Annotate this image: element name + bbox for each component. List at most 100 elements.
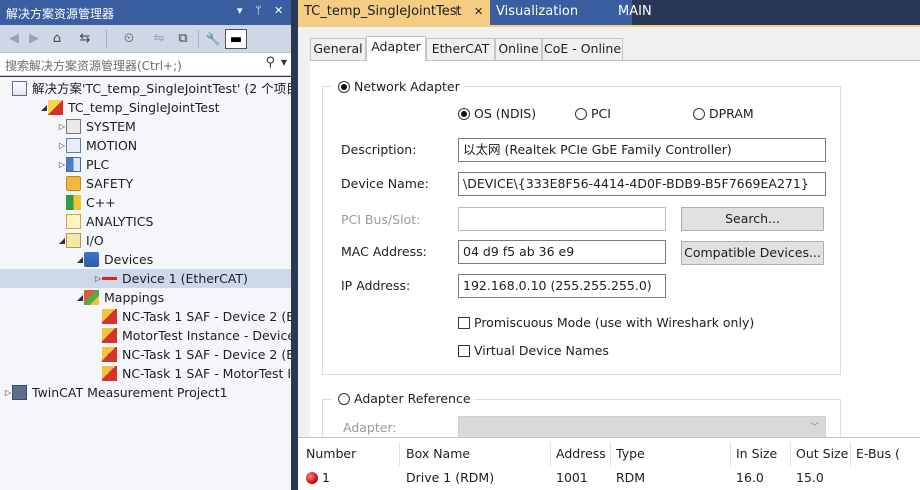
pci-bus-slot-field[interactable] — [458, 207, 666, 231]
tree-item[interactable]: ANALYTICS — [0, 212, 291, 231]
pin-icon[interactable]: ᛘ — [453, 0, 460, 24]
virtual-device-names-checkbox[interactable] — [458, 345, 470, 357]
mapping-item-icon — [102, 328, 117, 343]
cell-number: 1 — [322, 470, 330, 485]
column-header-type[interactable]: Type — [616, 446, 645, 461]
column-divider[interactable] — [790, 442, 791, 466]
tree-item[interactable]: ▷ SYSTEM — [0, 117, 291, 136]
toolbar-separator — [106, 30, 107, 48]
pin-icon[interactable]: ᛘ — [255, 4, 262, 17]
tree-item[interactable]: NC-Task 1 SAF - Device 2 (Ether — [0, 345, 291, 364]
solution-explorer-titlebar: 解决方案资源管理器 ▾ ᛘ ✕ — [0, 0, 291, 25]
back-icon[interactable]: ◀ — [6, 29, 22, 49]
tree-item[interactable]: ▷ PLC — [0, 155, 291, 174]
tree-item-label: SYSTEM — [86, 119, 136, 134]
column-divider[interactable] — [550, 442, 551, 466]
description-field[interactable]: 以太网 (Realtek PCIe GbE Family Controller) — [458, 138, 826, 162]
solution-explorer-search[interactable]: 搜索解决方案资源管理器(Ctrl+;) ⚲ ▼ — [0, 53, 291, 76]
promiscuous-mode-checkbox[interactable] — [458, 317, 470, 329]
tab-main[interactable]: MAIN — [612, 0, 692, 25]
properties-icon[interactable]: 🔧 — [204, 29, 222, 49]
cell-address: 1001 — [556, 470, 588, 485]
tree-item[interactable]: 解决方案'TC_temp_SingleJointTest' (2 个项目) — [0, 79, 291, 98]
pci-radio[interactable] — [575, 108, 587, 120]
tree-item-label: NC-Task 1 SAF - MotorTest Inst — [122, 366, 291, 381]
column-divider[interactable] — [610, 442, 611, 466]
tree-item-label: MOTION — [86, 138, 138, 153]
tree-item-label: C++ — [86, 195, 116, 210]
cell-out-size: 15.0 — [796, 470, 824, 485]
tree-item[interactable]: ▷ TwinCAT Measurement Project1 — [0, 383, 291, 402]
tab-general[interactable]: General — [310, 38, 366, 60]
search-icon[interactable]: ⚲ — [265, 55, 275, 70]
panel-splitter[interactable] — [291, 0, 298, 490]
system-icon — [66, 119, 81, 134]
column-header-number[interactable]: Number — [306, 446, 356, 461]
adapter-property-page: Network Adapter OS (NDIS) PCI DPRAM Desc… — [310, 60, 920, 459]
search-input[interactable]: 搜索解决方案资源管理器(Ctrl+;) — [5, 57, 182, 74]
network-adapter-legend[interactable]: Network Adapter — [332, 79, 464, 97]
mac-address-field[interactable]: 04 d9 f5 ab 36 e9 — [458, 240, 666, 264]
box-status-icon — [306, 472, 318, 484]
column-header-box-name[interactable]: Box Name — [406, 446, 470, 461]
adapter-reference-legend[interactable]: Adapter Reference — [332, 391, 475, 409]
device-name-field[interactable]: \DEVICE\{333E8F56-4414-4D0F-BDB9-B5F7669… — [458, 172, 826, 196]
tab-ethercat[interactable]: EtherCAT — [426, 38, 495, 60]
solution-tree: 解决方案'TC_temp_SingleJointTest' (2 个项目) ◢ TC… — [0, 77, 291, 490]
chevron-down-icon: ﹀ — [809, 423, 819, 433]
close-icon[interactable]: ✕ — [274, 4, 283, 17]
tab-coe-online[interactable]: CoE - Online — [542, 38, 623, 60]
preview-selected-icon[interactable]: ▬ — [225, 29, 247, 49]
chevron-down-icon[interactable]: ▼ — [281, 58, 287, 67]
tree-item[interactable]: C++ — [0, 193, 291, 212]
pci-label: PCI — [591, 106, 611, 121]
dpram-radio[interactable] — [693, 108, 705, 120]
mapping-item-icon — [102, 309, 117, 324]
tree-item[interactable]: NC-Task 1 SAF - Device 2 (Ether — [0, 307, 291, 326]
tab-tc-temp-singlejointtest[interactable]: TC_temp_SingleJointTest ᛘ ✕ — [298, 0, 490, 25]
tree-item[interactable]: ▷ Device 1 (EtherCAT) — [0, 269, 291, 288]
home-icon[interactable]: ⌂ — [48, 29, 66, 49]
tree-item[interactable]: ◢ Devices — [0, 250, 291, 269]
column-header-address[interactable]: Address — [556, 446, 606, 461]
switch-views-icon[interactable]: ⇆ — [72, 29, 98, 49]
tree-item[interactable]: NC-Task 1 SAF - MotorTest Inst — [0, 364, 291, 383]
adapter-select[interactable]: ﹀ — [458, 416, 826, 438]
search-button[interactable]: Search... — [681, 207, 824, 231]
analytics-icon — [66, 214, 81, 229]
pending-changes-icon[interactable]: ⏲ — [114, 29, 144, 49]
column-divider[interactable] — [850, 442, 851, 466]
ip-address-label: IP Address: — [341, 278, 411, 293]
cell-in-size: 16.0 — [736, 470, 764, 485]
column-header-out-size[interactable]: Out Size — [796, 446, 848, 461]
column-header-in-size[interactable]: In Size — [736, 446, 777, 461]
tree-item[interactable]: ▷ MOTION — [0, 136, 291, 155]
tab-adapter[interactable]: Adapter — [366, 36, 426, 61]
os-ndis-radio[interactable] — [458, 108, 470, 120]
adapter-reference-radio[interactable] — [338, 393, 350, 405]
tree-item[interactable]: ◢ Mappings — [0, 288, 291, 307]
tree-item-label: Devices — [104, 252, 154, 267]
column-header-ebus[interactable]: E-Bus ( — [856, 446, 900, 461]
sync-icon[interactable]: ⇋ — [150, 29, 168, 49]
twincat-project-icon — [48, 100, 63, 115]
tree-item[interactable]: ◢ TC_temp_SingleJointTest — [0, 98, 291, 117]
tree-item[interactable]: MotorTest Instance - Device 2 ( — [0, 326, 291, 345]
network-adapter-radio[interactable] — [338, 81, 350, 93]
safety-icon — [66, 176, 81, 191]
ip-address-field[interactable]: 192.168.0.10 (255.255.255.0) — [458, 274, 666, 298]
close-icon[interactable]: ✕ — [474, 0, 483, 24]
tree-item[interactable]: SAFETY — [0, 174, 291, 193]
tree-item-label: PLC — [86, 157, 110, 172]
tree-item[interactable]: ◢ I/O — [0, 231, 291, 250]
forward-icon[interactable]: ▶ — [26, 29, 42, 49]
column-divider[interactable] — [399, 442, 400, 466]
window-menu-icon[interactable]: ▾ — [237, 4, 243, 17]
toolbar-separator — [198, 30, 199, 48]
tab-online[interactable]: Online — [495, 38, 542, 60]
collapse-all-icon[interactable]: ⧉ — [174, 29, 192, 49]
column-divider[interactable] — [730, 442, 731, 466]
compatible-devices-button[interactable]: Compatible Devices... — [681, 241, 824, 265]
measurement-project-icon — [12, 385, 27, 400]
tab-visualization[interactable]: Visualization — [490, 0, 632, 25]
